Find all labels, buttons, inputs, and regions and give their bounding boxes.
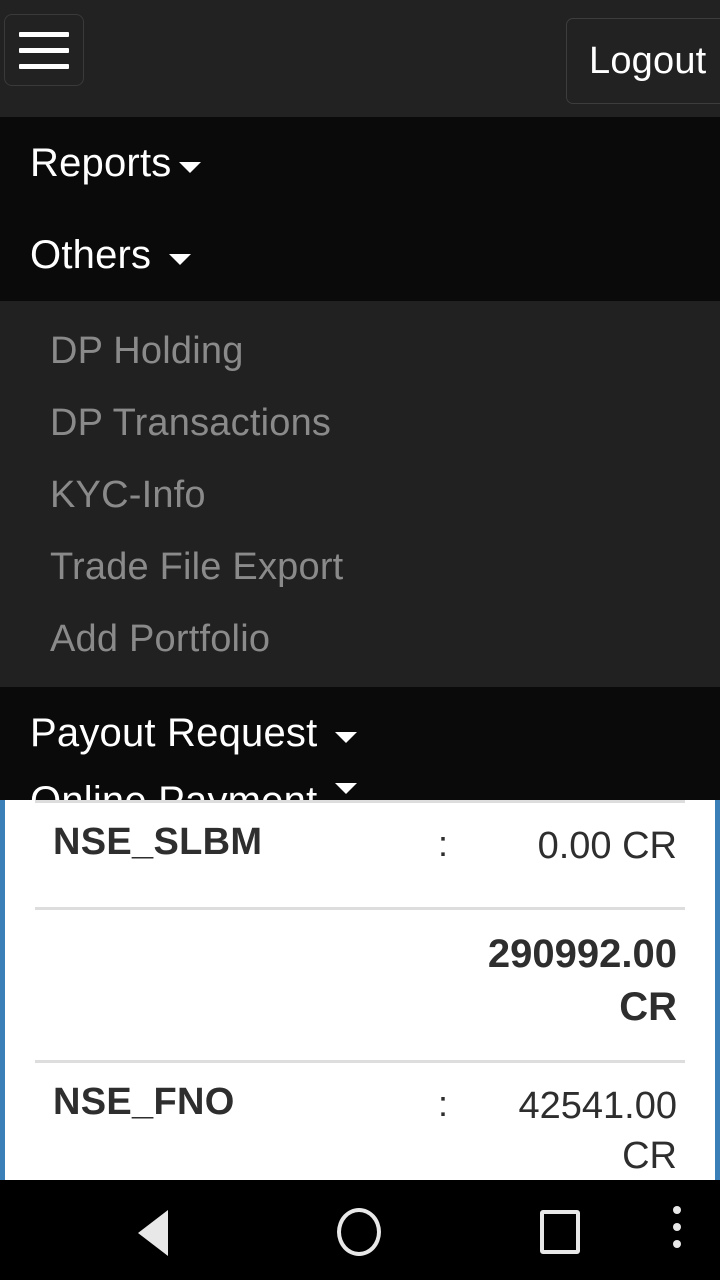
others-submenu: DP Holding DP Transactions KYC-Info Trad…	[0, 301, 720, 687]
logout-button[interactable]: Logout	[566, 18, 720, 104]
table-row: 290992.00 CR	[35, 910, 685, 1060]
recents-square-icon[interactable]	[540, 1210, 580, 1254]
overflow-dot-2	[673, 1223, 681, 1231]
app-screen: Logout Reports Others DP Holding DP Tran…	[0, 0, 720, 1280]
home-circle-icon[interactable]	[337, 1208, 381, 1256]
ledger-row-value: 0.00 CR	[537, 825, 677, 867]
submenu-item-label: Trade File Export	[50, 545, 344, 588]
back-triangle-icon[interactable]	[138, 1210, 168, 1256]
navigation-drawer: Reports Others DP Holding DP Transaction…	[0, 117, 720, 800]
chevron-down-icon	[169, 253, 192, 265]
nav-item-online-payment-label: Online Payment	[30, 779, 317, 800]
chevron-down-icon	[335, 731, 358, 743]
hamburger-bar-1	[19, 31, 69, 37]
overflow-dot-1	[673, 1206, 681, 1214]
nav-item-others-label: Others	[30, 232, 152, 277]
submenu-item-dp-holding[interactable]: DP Holding	[0, 315, 720, 387]
nav-item-payout-request[interactable]: Payout Request	[0, 687, 720, 779]
submenu-item-label: Add Portfolio	[50, 617, 271, 660]
nav-item-online-payment[interactable]: Online Payment	[0, 779, 720, 800]
chevron-down-icon	[179, 161, 202, 173]
hamburger-bar-2	[19, 47, 69, 53]
ledger-row-value: 290992.00 CR	[487, 932, 677, 1029]
overflow-dots-icon[interactable]	[673, 1206, 681, 1248]
nav-item-reports-label: Reports	[30, 140, 172, 185]
ledger-card: NSE_SLBM : 0.00 CR 290992.00 CR NSE_FNO …	[0, 800, 720, 1180]
nav-item-payout-request-label: Payout Request	[30, 710, 318, 755]
submenu-item-label: DP Transactions	[50, 401, 332, 444]
overflow-dot-3	[673, 1240, 681, 1248]
hamburger-menu-icon[interactable]	[4, 14, 84, 86]
app-bar: Logout	[0, 0, 720, 117]
submenu-item-dp-transactions[interactable]: DP Transactions	[0, 387, 720, 459]
ledger-card-inner: NSE_SLBM : 0.00 CR 290992.00 CR NSE_FNO …	[5, 800, 715, 1180]
nav-item-others[interactable]: Others	[0, 209, 720, 301]
hamburger-bar-3	[19, 63, 69, 69]
submenu-item-label: DP Holding	[50, 329, 244, 372]
ledger-row-value: 42541.00 CR	[518, 1085, 678, 1178]
ledger-row-label: NSE_SLBM	[53, 821, 263, 863]
submenu-item-kyc-info[interactable]: KYC-Info	[0, 459, 720, 531]
submenu-item-add-portfolio[interactable]: Add Portfolio	[0, 603, 720, 675]
chevron-down-icon	[335, 783, 358, 794]
table-row: NSE_FNO : 42541.00 CR	[35, 1063, 685, 1180]
ledger-row-label: NSE_FNO	[53, 1081, 235, 1123]
submenu-item-label: KYC-Info	[50, 473, 206, 516]
submenu-item-trade-file-export[interactable]: Trade File Export	[0, 531, 720, 603]
system-navigation-bar	[0, 1180, 720, 1280]
nav-item-reports[interactable]: Reports	[0, 117, 720, 209]
ledger-row-separator: :	[437, 823, 448, 864]
table-row: NSE_SLBM : 0.00 CR	[35, 803, 685, 907]
ledger-row-separator: :	[437, 1083, 448, 1124]
